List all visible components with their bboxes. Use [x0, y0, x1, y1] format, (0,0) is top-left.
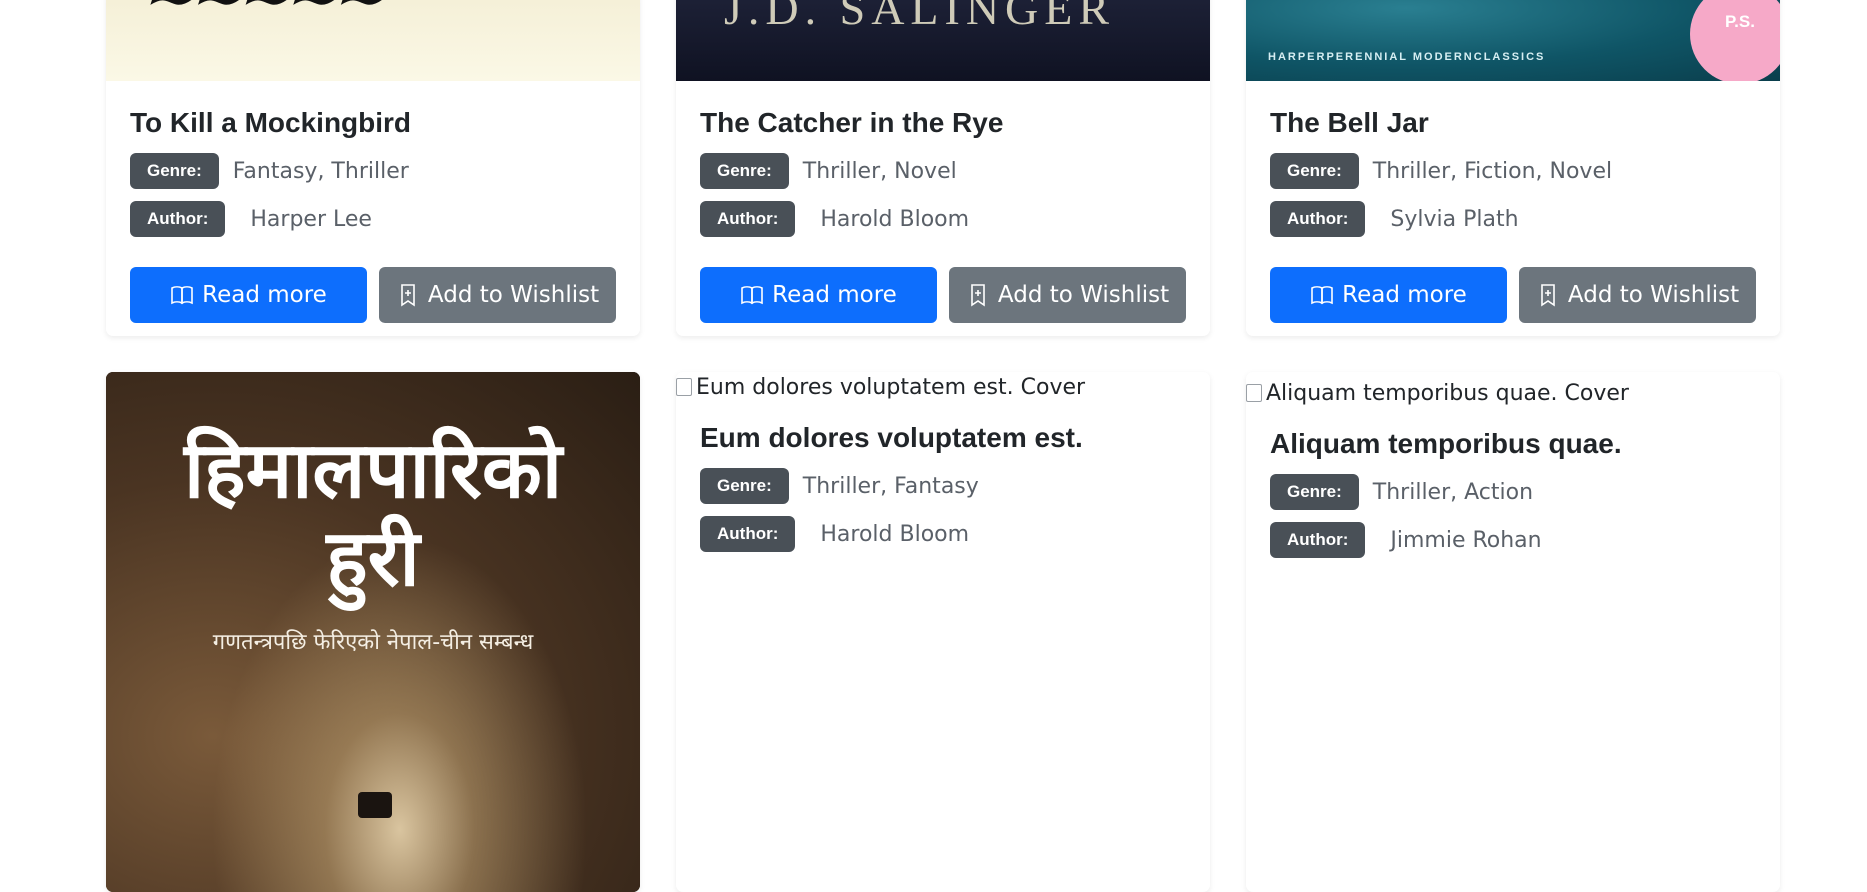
author-row: Author: Harold Bloom	[700, 516, 1186, 552]
author-value: Harold Bloom	[820, 206, 970, 232]
author-value: Harper Lee	[250, 206, 372, 232]
book-card: HARPERPERENNIAL MODERNCLASSICS P.S. The …	[1246, 0, 1780, 336]
genre-row: Genre: Thriller, Fantasy	[700, 468, 1186, 504]
book-title: To Kill a Mockingbird	[130, 107, 412, 138]
genre-badge: Genre:	[700, 468, 789, 504]
author-badge: Author:	[700, 201, 796, 237]
book-open-icon	[171, 286, 193, 305]
author-value: Jimmie Rohan	[1390, 527, 1542, 553]
add-to-wishlist-label: Add to Wishlist	[1567, 282, 1740, 308]
read-more-button[interactable]: Read more	[1270, 267, 1507, 323]
genre-value: Thriller, Action	[1372, 479, 1534, 505]
author-row: Author: Sylvia Plath	[1270, 201, 1756, 237]
broken-image-icon	[676, 378, 692, 396]
author-badge: Author:	[700, 516, 796, 552]
cover-subtitle: गणतन्त्रपछि फेरिएको नेपाल-चीन सम्बन्ध	[212, 630, 534, 655]
bookmark-plus-icon	[1541, 284, 1555, 307]
add-to-wishlist-button[interactable]: Add to Wishlist	[379, 267, 616, 323]
book-title: Eum dolores voluptatem est.	[700, 422, 1083, 453]
card-actions: Read more Add to Wishlist	[700, 267, 1186, 323]
genre-row: Genre: Thriller, Action	[1270, 474, 1756, 510]
bookmark-plus-icon	[401, 284, 415, 307]
book-card: Eum dolores voluptatem est. Cover Eum do…	[676, 372, 1210, 892]
cover-author-text: J.D. SALINGER	[724, 0, 1116, 34]
genre-value: Thriller, Fiction, Novel	[1372, 158, 1613, 184]
author-badge: Author:	[1270, 522, 1366, 558]
cover-publisher-text: HARPERPERENNIAL MODERNCLASSICS	[1268, 51, 1546, 63]
read-more-button[interactable]: Read more	[130, 267, 367, 323]
book-title: Aliquam temporibus quae.	[1270, 428, 1622, 459]
author-row: Author: Harold Bloom	[700, 201, 1186, 237]
book-open-icon	[1311, 286, 1333, 305]
book-card: Aliquam temporibus quae. Cover Aliquam t…	[1246, 372, 1780, 892]
book-card: ~~~~~ To Kill a Mockingbird Genre: Fanta…	[106, 0, 640, 336]
author-value: Sylvia Plath	[1390, 206, 1519, 232]
card-actions: Read more Add to Wishlist	[130, 267, 616, 323]
book-card: J.D. SALINGER The Catcher in the Rye Gen…	[676, 0, 1210, 336]
add-to-wishlist-label: Add to Wishlist	[997, 282, 1170, 308]
book-title: The Bell Jar	[1270, 107, 1429, 138]
read-more-label: Read more	[202, 282, 327, 308]
book-cover-image[interactable]: Aliquam temporibus quae. Cover	[1246, 378, 1780, 408]
broken-image-icon	[1246, 384, 1262, 402]
book-cover-image[interactable]: हिमालपारिको हुरी गणतन्त्रपछि फेरिएको नेप…	[106, 372, 640, 892]
read-more-label: Read more	[1342, 282, 1467, 308]
book-open-icon	[741, 286, 763, 305]
read-more-label: Read more	[772, 282, 897, 308]
genre-badge: Genre:	[1270, 153, 1359, 189]
genre-badge: Genre:	[1270, 474, 1359, 510]
book-cover-image[interactable]: HARPERPERENNIAL MODERNCLASSICS P.S.	[1246, 0, 1780, 81]
cover-alt-text: Eum dolores voluptatem est. Cover	[696, 374, 1086, 400]
genre-row: Genre: Fantasy, Thriller	[130, 153, 616, 189]
bookmark-plus-icon	[971, 284, 985, 307]
author-badge: Author:	[1270, 201, 1366, 237]
genre-value: Thriller, Fantasy	[802, 473, 979, 499]
cover-title-line-2: हुरी	[326, 513, 420, 604]
book-cover-image[interactable]: Eum dolores voluptatem est. Cover	[676, 372, 1210, 402]
genre-badge: Genre:	[130, 153, 219, 189]
author-value: Harold Bloom	[820, 521, 970, 547]
book-title: The Catcher in the Rye	[700, 107, 1004, 138]
genre-badge: Genre:	[700, 153, 789, 189]
genre-row: Genre: Thriller, Fiction, Novel	[1270, 153, 1756, 189]
add-to-wishlist-label: Add to Wishlist	[427, 282, 600, 308]
add-to-wishlist-button[interactable]: Add to Wishlist	[949, 267, 1186, 323]
genre-value: Thriller, Novel	[802, 158, 957, 184]
cover-ps-badge: P.S.	[1690, 0, 1780, 81]
author-row: Author: Harper Lee	[130, 201, 616, 237]
author-row: Author: Jimmie Rohan	[1270, 522, 1756, 558]
cover-title-line-1: हिमालपारिको	[183, 425, 563, 516]
cover-alt-text: Aliquam temporibus quae. Cover	[1266, 380, 1629, 406]
author-badge: Author:	[130, 201, 226, 237]
genre-value: Fantasy, Thriller	[232, 158, 409, 184]
book-cover-image[interactable]: J.D. SALINGER	[676, 0, 1210, 81]
book-cover-image[interactable]: ~~~~~	[106, 0, 640, 81]
jeep-illustration	[358, 792, 392, 818]
genre-row: Genre: Thriller, Novel	[700, 153, 1186, 189]
card-actions: Read more Add to Wishlist	[1270, 267, 1756, 323]
read-more-button[interactable]: Read more	[700, 267, 937, 323]
add-to-wishlist-button[interactable]: Add to Wishlist	[1519, 267, 1756, 323]
cover-script-art: ~~~~~	[134, 0, 396, 35]
book-card: हिमालपारिको हुरी गणतन्त्रपछि फेरिएको नेप…	[106, 372, 640, 892]
